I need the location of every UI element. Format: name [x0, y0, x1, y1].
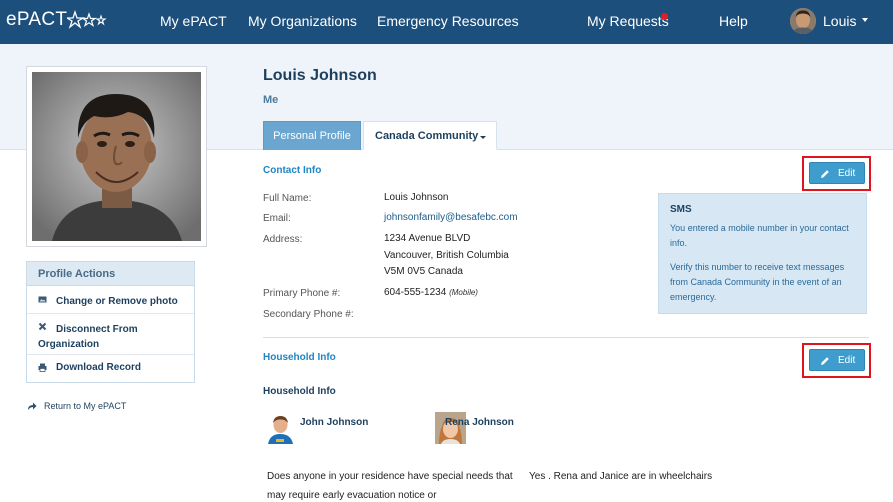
change-photo-button[interactable]: Change or Remove photo — [27, 286, 194, 314]
member-name: Rena Johnson — [445, 417, 514, 428]
disconnect-organization-button[interactable]: Disconnect From Organization — [27, 314, 194, 355]
email-value[interactable]: johnsonfamily@besafebc.com — [384, 210, 518, 226]
special-needs-question: Does anyone in your residence have speci… — [267, 471, 513, 501]
download-record-label: Download Record — [56, 362, 142, 373]
share-arrow-icon — [28, 402, 37, 410]
top-navigation-bar: ePACT My ePACT My Organizations Emergenc… — [0, 0, 893, 44]
special-needs-answer: Yes . Rena and Janice are in wheelchairs — [529, 471, 713, 482]
profile-actions-title: Profile Actions — [27, 262, 194, 286]
change-photo-label: Change or Remove photo — [56, 296, 178, 307]
member-name: John Johnson — [300, 417, 369, 428]
download-record-button[interactable]: Download Record — [27, 355, 194, 381]
primary-phone-type: (Mobile) — [449, 288, 478, 297]
profile-photo-image — [32, 72, 201, 241]
email-label: Email: — [263, 213, 291, 224]
logo-text: ePACT — [6, 9, 68, 30]
address-line3: V5M 0V5 Canada — [384, 266, 463, 277]
user-menu-chevron-down-icon[interactable] — [862, 18, 868, 22]
return-link-label: Return to My ePACT — [44, 401, 127, 411]
profile-photo — [32, 72, 201, 241]
user-avatar[interactable] — [790, 8, 816, 34]
member-avatar-image — [265, 412, 296, 444]
tab-personal-profile[interactable]: Personal Profile — [263, 121, 361, 150]
chevron-down-icon — [480, 136, 486, 139]
section-divider — [263, 337, 869, 338]
contact-edit-label: Edit — [838, 168, 856, 179]
user-avatar-image — [790, 8, 816, 34]
primary-phone-label: Primary Phone #: — [263, 288, 341, 299]
address-label: Address: — [263, 234, 303, 245]
nav-help[interactable]: Help — [719, 13, 748, 29]
tab-canada-community[interactable]: Canada Community — [363, 121, 497, 150]
household-info-title: Household Info — [263, 352, 336, 363]
contact-info-title: Contact Info — [263, 165, 322, 176]
household-edit-button[interactable]: Edit — [809, 349, 865, 371]
profile-photo-frame — [26, 66, 207, 247]
household-edit-label: Edit — [838, 355, 856, 366]
pencil-icon — [821, 357, 829, 365]
sms-text-1: You entered a mobile number in your cont… — [670, 223, 849, 248]
profile-relation: Me — [263, 94, 279, 106]
contact-edit-button[interactable]: Edit — [809, 162, 865, 184]
full-name-value: Louis Johnson — [384, 192, 449, 203]
epact-logo[interactable]: ePACT — [6, 9, 107, 31]
sms-title: SMS — [670, 204, 692, 215]
nav-emergency-resources[interactable]: Emergency Resources — [377, 13, 519, 29]
pencil-icon — [821, 170, 829, 178]
full-name-label: Full Name: — [263, 193, 312, 204]
logo-stars-icon — [67, 10, 107, 29]
profile-actions-panel: Profile Actions Change or Remove photo D… — [26, 261, 195, 383]
notification-dot — [661, 13, 668, 20]
disconnect-organization-label: Disconnect From Organization — [38, 324, 138, 350]
nav-my-organizations[interactable]: My Organizations — [248, 13, 357, 29]
image-icon — [38, 296, 47, 303]
printer-icon — [38, 363, 47, 372]
nav-my-epact[interactable]: My ePACT — [160, 13, 227, 29]
sms-text-2: Verify this number to receive text messa… — [670, 262, 845, 302]
nav-my-requests[interactable]: My Requests — [587, 13, 669, 29]
profile-name: Louis Johnson — [263, 67, 377, 84]
member-avatar — [265, 412, 296, 444]
sms-info-box: SMS You entered a mobile number in your … — [658, 193, 867, 314]
address-line1: 1234 Avenue BLVD — [384, 233, 471, 244]
secondary-phone-label: Secondary Phone #: — [263, 309, 354, 320]
primary-phone-number: 604-555-1234 — [384, 287, 447, 298]
address-line2: Vancouver, British Columbia — [384, 250, 509, 261]
household-info-subtitle: Household Info — [263, 386, 336, 397]
user-menu-name[interactable]: Louis — [823, 13, 856, 29]
primary-phone-value: 604-555-1234 (Mobile) — [384, 285, 478, 301]
tab-canada-community-label: Canada Community — [375, 130, 479, 142]
